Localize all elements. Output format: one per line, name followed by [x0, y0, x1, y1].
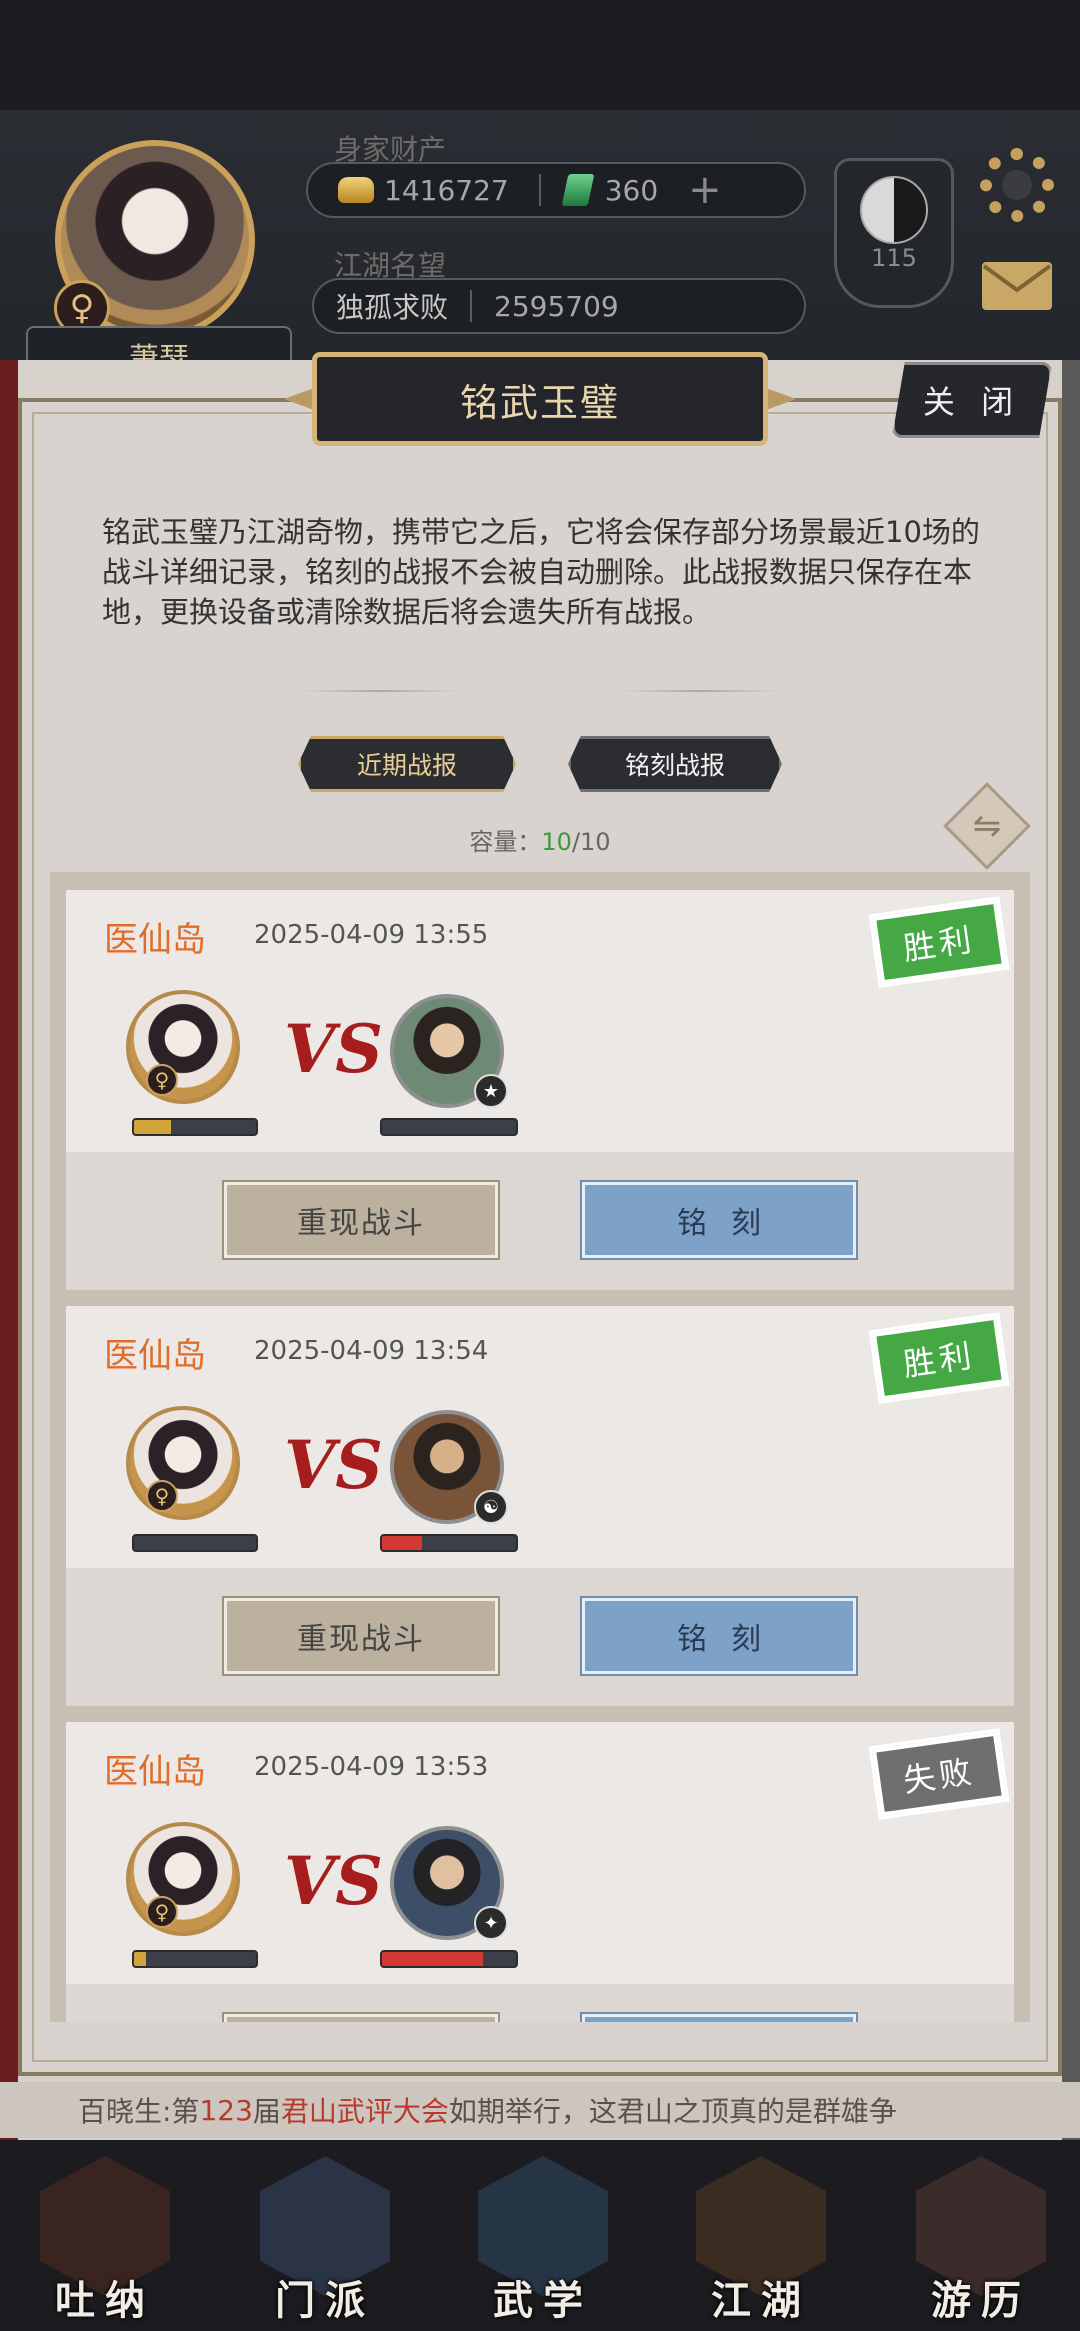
capacity-used: 10 [541, 828, 572, 856]
tab-recent-reports[interactable]: 近期战报 [298, 736, 516, 792]
vs-icon: VS [284, 1010, 383, 1088]
player-hp-bar [132, 1534, 258, 1552]
replay-battle-button[interactable]: 重现战斗 [222, 1180, 500, 1260]
currency-bar: 1416727 360 + [306, 162, 806, 218]
gear-core [1002, 170, 1032, 200]
nav-travel[interactable]: 游历 [906, 2150, 1056, 2331]
vs-icon: VS [284, 1842, 383, 1920]
engrave-button[interactable]: 铭刻 [580, 1596, 858, 1676]
player-portrait [126, 1406, 240, 1520]
record-actions: 重现战斗 铭刻 [66, 1568, 1014, 1706]
capacity-label: 容量： [469, 828, 542, 856]
female-icon: ♀ [146, 1480, 178, 1512]
silver-ingot-icon [338, 177, 374, 203]
news-ticker: 百晓生:第 123 届君山武评大会 如期举行，这君山之顶真的是群雄争 [0, 2082, 1080, 2138]
dialog-description: 铭武玉璧乃江湖奇物，携带它之后，它将会保存部分场景最近10场的战斗详细记录，铭刻… [102, 515, 980, 629]
capacity-total: /10 [571, 828, 611, 856]
dialog-title: 铭武玉璧 [312, 352, 768, 446]
female-icon: ♀ [146, 1896, 178, 1928]
nav-label: 吐纳 [55, 2277, 155, 2324]
battle-time: 2025-04-09 13:53 [254, 1752, 489, 1782]
nav-jianghu[interactable]: 江湖 [686, 2150, 836, 2331]
opponent-sect-icon: ★ [474, 1074, 508, 1108]
mail-flap [982, 264, 1052, 293]
divider [470, 290, 473, 322]
player-portrait [126, 990, 240, 1104]
battle-record: 重现战斗 铭刻 医仙岛 2025-04-09 13:53 失败 ♀ VS ✦ [66, 1722, 1014, 2022]
capacity-indicator: 容量：10/10 [0, 822, 1080, 857]
female-icon: ♀ [146, 1064, 178, 1096]
fame-title: 独孤求败 [336, 291, 449, 324]
silver-amount: 1416727 [384, 173, 509, 207]
ticker-event: 君山武评大会 [280, 2095, 449, 2128]
hp-fill [382, 1536, 423, 1550]
refresh-glyph: ⇋ [972, 806, 1002, 846]
battle-time: 2025-04-09 13:55 [254, 920, 489, 950]
opponent-hp-bar [380, 1118, 518, 1136]
battle-record: 重现战斗 铭刻 医仙岛 2025-04-09 13:54 胜利 ♀ VS ☯ [66, 1306, 1014, 1706]
replay-battle-button[interactable]: 重现战斗 [222, 1596, 500, 1676]
opponent-hp-bar [380, 1534, 518, 1552]
battle-location: 医仙岛 [104, 1752, 206, 1792]
nav-sect[interactable]: 门派 [250, 2150, 400, 2331]
nav-label: 游历 [931, 2277, 1031, 2324]
fame-value: 2595709 [494, 289, 619, 323]
add-currency-icon[interactable]: + [688, 170, 722, 210]
battle-location: 医仙岛 [104, 920, 206, 960]
ticker-mid: 届 [252, 2095, 281, 2128]
record-actions: 重现战斗 铭刻 [66, 1984, 1014, 2022]
battle-record: 重现战斗 铭刻 医仙岛 2025-04-09 13:55 胜利 ♀ VS ★ [66, 890, 1014, 1290]
close-button[interactable]: 关 闭 [892, 362, 1052, 438]
cultivation-level: 115 [871, 244, 917, 272]
engrave-button[interactable]: 铭刻 [580, 1180, 858, 1260]
player-hp-bar [132, 1950, 258, 1968]
nav-martial-arts[interactable]: 武学 [468, 2150, 618, 2331]
opponent-sect-icon: ✦ [474, 1906, 508, 1940]
nav-label: 门派 [275, 2277, 375, 2324]
record-actions: 重现战斗 铭刻 [66, 1152, 1014, 1290]
hp-fill [134, 1120, 171, 1134]
battle-location: 医仙岛 [104, 1336, 206, 1376]
vs-icon: VS [284, 1426, 383, 1504]
hp-fill [382, 1952, 483, 1966]
ornament-divider [300, 690, 460, 692]
ticker-suffix: 如期举行，这君山之顶真的是群雄争 [448, 2095, 897, 2128]
player-portrait [126, 1822, 240, 1936]
nav-breathing[interactable]: 吐纳 [30, 2150, 180, 2331]
opponent-sect-icon: ☯ [474, 1490, 508, 1524]
ticker-prefix: 百晓生:第 [78, 2095, 200, 2128]
hp-fill [134, 1952, 147, 1966]
opponent-hp-bar [380, 1950, 518, 1968]
nav-label: 武学 [493, 2277, 593, 2324]
replay-battle-button[interactable]: 重现战斗 [222, 2012, 500, 2022]
tab-engraved-reports[interactable]: 铭刻战报 [568, 736, 782, 792]
jade-amount: 360 [604, 173, 659, 207]
nav-label: 江湖 [711, 2277, 811, 2324]
divider [538, 174, 541, 206]
fame-bar: 独孤求败 2595709 [312, 278, 806, 334]
engrave-button[interactable]: 铭刻 [580, 2012, 858, 2022]
ornament-divider [620, 690, 780, 692]
battle-report-list[interactable]: 重现战斗 铭刻 医仙岛 2025-04-09 13:55 胜利 ♀ VS ★ 重… [50, 872, 1030, 2022]
battle-time: 2025-04-09 13:54 [254, 1336, 489, 1366]
ticker-number: 123 [199, 2093, 253, 2127]
jade-icon [561, 174, 595, 206]
player-hp-bar [132, 1118, 258, 1136]
taiji-icon [860, 176, 928, 244]
